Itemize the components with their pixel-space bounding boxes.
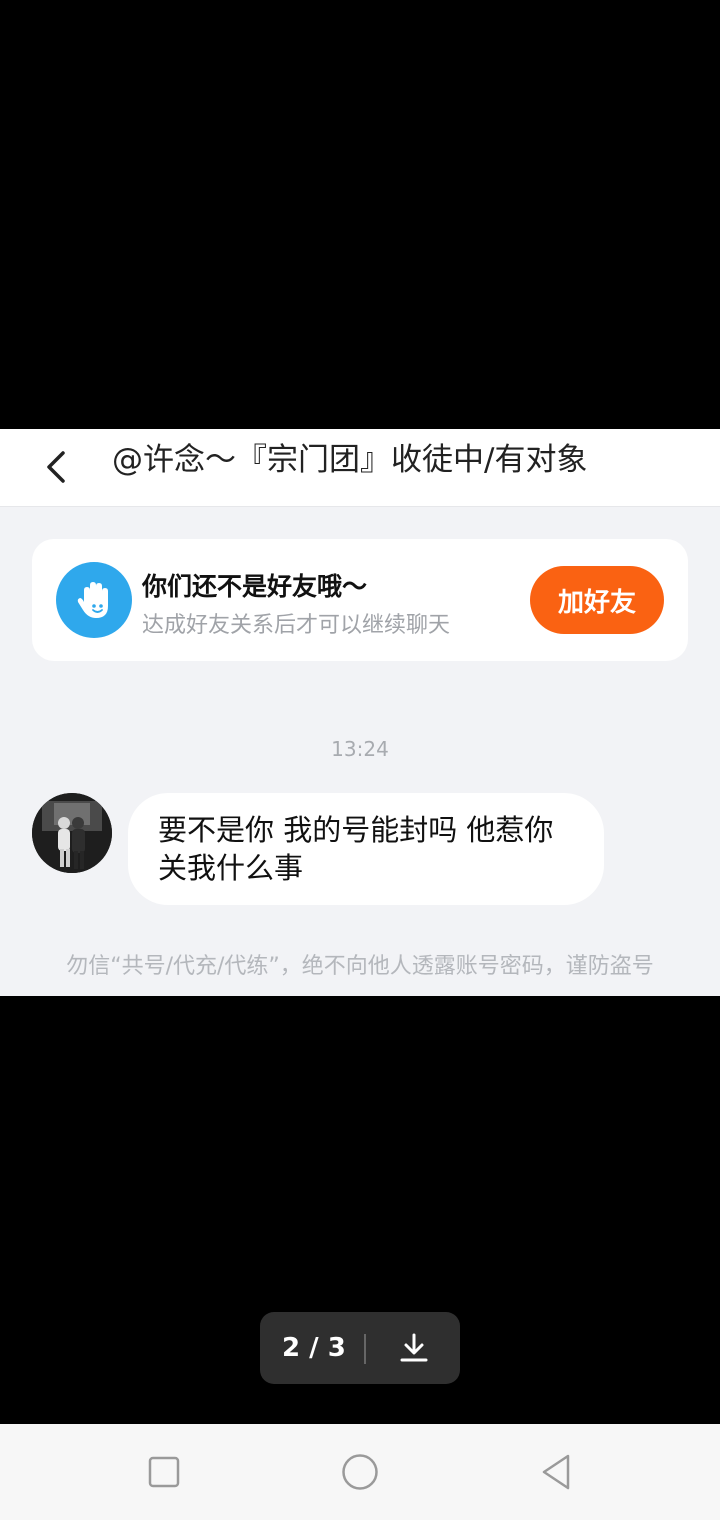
system-nav-bar (0, 1424, 720, 1520)
square-icon (148, 1456, 180, 1488)
add-friend-button[interactable]: 加好友 (530, 566, 664, 634)
download-icon (400, 1333, 428, 1362)
home-button[interactable] (338, 1450, 382, 1494)
not-friends-card: 你们还不是好友哦～ 达成好友关系后才可以继续聊天 加好友 (32, 539, 688, 661)
chat-screenshot: @许念～『宗门团』收徒中/有对象 你们还不是好友哦～ 达成好友关系后才可以继续聊… (0, 429, 720, 996)
not-friends-title: 你们还不是好友哦～ (142, 572, 368, 601)
chevron-left-icon (47, 451, 65, 483)
download-button[interactable] (392, 1326, 436, 1370)
circle-icon (342, 1454, 378, 1490)
chat-title: @许念～『宗门团』收徒中/有对象 (112, 442, 588, 478)
toolbar-divider (364, 1334, 366, 1364)
system-back-button[interactable] (534, 1450, 578, 1494)
message-bubble[interactable]: 要不是你 我的号能封吗 他惹你关我什么事 (128, 793, 604, 905)
page-indicator: 2 / 3 (282, 1333, 346, 1363)
avatar[interactable] (32, 793, 112, 873)
waving-hand-icon (56, 562, 132, 638)
chat-header: @许念～『宗门团』收徒中/有对象 (0, 429, 720, 507)
not-friends-subtitle: 达成好友关系后才可以继续聊天 (142, 613, 451, 638)
image-viewer-toolbar: 2 / 3 (260, 1312, 460, 1384)
triangle-back-icon (542, 1454, 570, 1490)
back-button[interactable] (36, 439, 76, 495)
security-warning: 勿信“共号/代充/代练”，绝不向他人透露账号密码，谨防盗号 (66, 954, 654, 979)
message-timestamp: 13:24 (331, 737, 389, 761)
recent-apps-button[interactable] (142, 1450, 186, 1494)
